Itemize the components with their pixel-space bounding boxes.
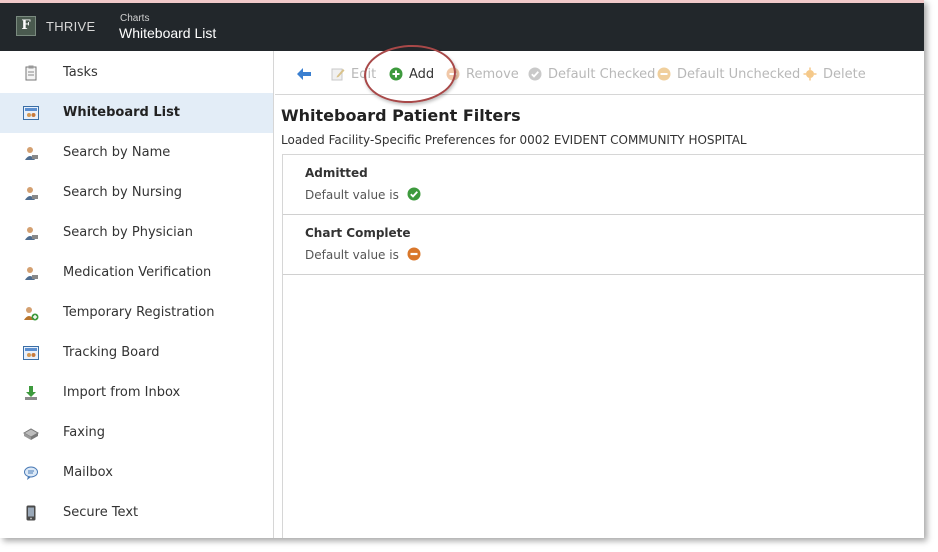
sidebar-item-label: Medication Verification [63,265,212,280]
filter-name: Chart Complete [305,226,411,240]
person-search-icon [23,145,39,161]
phone-icon [23,505,39,521]
list-item[interactable]: Chart Complete Default value is [283,215,924,275]
mailbox-icon [23,465,39,481]
breadcrumb-section[interactable]: Charts [120,13,149,24]
top-header: F THRIVE Charts Whiteboard List [0,3,924,51]
sidebar-item-temporary-registration[interactable]: Temporary Registration [0,293,273,333]
preferences-status-text: Loaded Facility-Specific Preferences for… [281,133,747,147]
sidebar-item-tasks[interactable]: Tasks [0,53,273,93]
import-icon [23,385,39,401]
sidebar-item-label: Temporary Registration [63,305,215,320]
sidebar-item-medication-verification[interactable]: Medication Verification [0,253,273,293]
sidebar-item-search-by-nursing[interactable]: Search by Nursing [0,173,273,213]
person-search-icon [23,185,39,201]
filter-list: Admitted Default value is Chart Complete… [282,154,924,538]
default-checked-label: Default Checked [548,66,656,82]
fax-icon [23,425,39,441]
default-unchecked-button[interactable]: Default Unchecked [657,65,800,83]
sidebar-item-label: Search by Physician [63,225,193,240]
back-button[interactable] [297,65,317,83]
sidebar: Tasks Whiteboard List Search by Name Sea… [0,51,274,538]
back-arrow-icon [297,67,311,81]
app-window: F THRIVE Charts Whiteboard List Tasks Wh… [0,0,924,538]
person-search-icon [23,225,39,241]
sidebar-item-search-by-name[interactable]: Search by Name [0,133,273,173]
person-add-icon [23,305,39,321]
delete-icon [803,67,817,81]
filter-name: Admitted [305,166,368,180]
sidebar-item-whiteboard-list[interactable]: Whiteboard List [0,93,273,133]
list-item[interactable]: Admitted Default value is [283,155,924,215]
sidebar-item-label: Tasks [63,65,98,80]
sidebar-item-label: Mailbox [63,465,113,480]
sidebar-item-label: Faxing [63,425,106,440]
sidebar-item-faxing[interactable]: Faxing [0,413,273,453]
sidebar-item-label: Import from Inbox [63,385,181,400]
check-circle-icon [407,187,421,201]
filter-default-text: Default value is [305,248,399,262]
page-title: Whiteboard List [119,25,217,41]
minus-circle-icon [407,247,421,261]
thrive-logo-icon[interactable]: F [16,16,36,36]
sidebar-item-secure-text[interactable]: Secure Text [0,493,273,533]
delete-button[interactable]: Delete [803,65,866,83]
sidebar-item-tracking-board[interactable]: Tracking Board [0,333,273,373]
main-heading: Whiteboard Patient Filters [281,106,521,125]
filter-default-text: Default value is [305,188,399,202]
whiteboard-icon [23,105,39,121]
minus-circle-icon [657,67,671,81]
default-unchecked-label: Default Unchecked [677,66,801,82]
sidebar-item-search-by-physician[interactable]: Search by Physician [0,213,273,253]
sidebar-item-label: Whiteboard List [63,105,181,120]
brand-name: THRIVE [46,19,96,34]
delete-label: Delete [823,66,866,82]
sidebar-item-label: Search by Nursing [63,185,183,200]
clipboard-icon [23,65,39,81]
whiteboard-icon [23,345,39,361]
default-checked-button[interactable]: Default Checked [528,65,655,83]
sidebar-item-import-from-inbox[interactable]: Import from Inbox [0,373,273,413]
remove-button[interactable]: Remove [446,65,519,83]
sidebar-item-label: Tracking Board [63,345,160,360]
person-search-icon [23,265,39,281]
edit-icon [331,67,345,81]
remove-label: Remove [466,66,519,82]
check-circle-icon [528,67,542,81]
sidebar-item-label: Search by Name [63,145,171,160]
sidebar-item-mailbox[interactable]: Mailbox [0,453,273,493]
sidebar-item-label: Secure Text [63,505,139,520]
